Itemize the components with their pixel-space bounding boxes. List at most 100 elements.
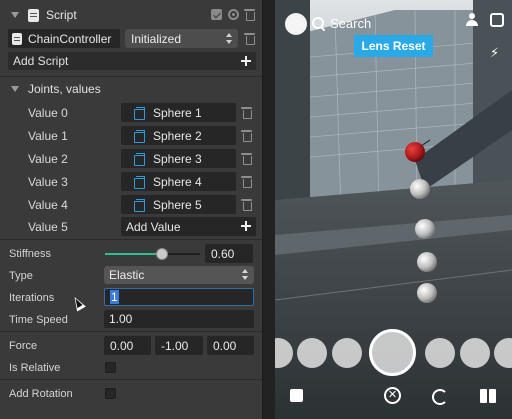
sphere-3 xyxy=(415,219,435,239)
stiffness-input[interactable]: 0.60 xyxy=(205,244,253,263)
settings-gear-icon[interactable] xyxy=(228,9,239,20)
header-actions xyxy=(211,9,255,21)
stories-icon[interactable] xyxy=(480,389,497,403)
collapse-triangle-icon[interactable] xyxy=(11,12,19,18)
updown-arrows-icon xyxy=(241,269,250,280)
stiffness-slider[interactable] xyxy=(105,248,200,260)
script-file-icon xyxy=(12,32,22,45)
search-label: Search xyxy=(330,16,372,31)
is-relative-row: Is Relative xyxy=(0,358,262,378)
object-name: Sphere 2 xyxy=(153,128,202,143)
plus-icon xyxy=(241,221,251,231)
remove-value-trash-icon[interactable] xyxy=(241,199,252,211)
collapse-triangle-icon[interactable] xyxy=(11,86,19,92)
force-label: Force xyxy=(9,340,38,352)
cube-icon xyxy=(133,175,145,189)
value-label: Value 5 xyxy=(28,219,68,234)
add-rotation-checkbox[interactable] xyxy=(105,388,116,399)
remove-value-trash-icon[interactable] xyxy=(241,130,252,142)
force-y-input[interactable]: -1.00 xyxy=(155,336,203,355)
is-relative-label: Is Relative xyxy=(9,362,61,374)
add-friend-icon[interactable] xyxy=(466,13,482,27)
time-speed-input[interactable]: 1.00 xyxy=(104,310,254,328)
object-field[interactable]: Sphere 4 xyxy=(121,172,236,191)
script-asset-field[interactable]: ChainController xyxy=(8,29,120,48)
lens-item[interactable] xyxy=(275,338,293,368)
type-select[interactable]: Elastic xyxy=(104,266,254,284)
list-item: Value 4 Sphere 5 xyxy=(0,195,262,214)
bitmoji-avatar[interactable] xyxy=(285,13,307,35)
object-field[interactable]: Sphere 2 xyxy=(121,126,236,145)
is-relative-checkbox[interactable] xyxy=(105,362,116,373)
lens-item[interactable] xyxy=(332,338,362,368)
joints-group-title: Joints, values xyxy=(28,82,101,96)
add-rotation-label: Add Rotation xyxy=(9,388,73,400)
plus-icon xyxy=(241,56,251,66)
object-field[interactable]: Sphere 1 xyxy=(121,103,236,122)
slider-knob[interactable] xyxy=(156,248,168,260)
type-value: Elastic xyxy=(109,268,145,282)
camera-flip-icon[interactable] xyxy=(490,13,504,27)
add-script-label: Add Script xyxy=(13,54,69,68)
flash-icon[interactable]: ⚡ xyxy=(490,46,500,60)
add-rotation-row: Add Rotation xyxy=(0,384,262,404)
divider xyxy=(0,379,262,380)
force-z-input[interactable]: 0.00 xyxy=(207,336,254,355)
cube-icon xyxy=(133,129,145,143)
add-value-button[interactable]: Add Value xyxy=(121,217,256,236)
remove-value-trash-icon[interactable] xyxy=(241,107,252,119)
script-row: ChainController Initialized xyxy=(8,29,256,48)
component-title: Script xyxy=(46,8,77,22)
lens-item[interactable] xyxy=(460,338,490,368)
value-label: Value 2 xyxy=(28,151,68,166)
value-label: Value 3 xyxy=(28,174,68,189)
force-x-input[interactable]: 0.00 xyxy=(104,336,151,355)
time-speed-row: Time Speed 1.00 xyxy=(0,310,262,330)
remove-value-trash-icon[interactable] xyxy=(241,153,252,165)
sphere-1 xyxy=(405,142,425,162)
updown-arrows-icon xyxy=(225,33,234,44)
divider xyxy=(0,76,262,77)
lens-item[interactable] xyxy=(297,338,327,368)
lens-item[interactable] xyxy=(425,338,455,368)
trash-icon[interactable] xyxy=(244,9,255,21)
close-lens-icon[interactable]: ✕ xyxy=(384,387,401,404)
script-icon xyxy=(28,8,39,22)
time-speed-label: Time Speed xyxy=(9,314,68,326)
iterations-row: Iterations 1 xyxy=(0,288,262,308)
add-value-label: Add Value xyxy=(126,219,181,234)
remove-script-trash-icon[interactable] xyxy=(244,33,255,45)
object-name: Sphere 5 xyxy=(153,197,202,212)
object-name: Sphere 4 xyxy=(153,174,202,189)
lens-preview[interactable]: Search ⚡ Lens Reset ✕ xyxy=(275,0,512,419)
remove-value-trash-icon[interactable] xyxy=(241,176,252,188)
iterations-input[interactable]: 1 xyxy=(104,288,254,306)
capture-button[interactable] xyxy=(369,329,416,376)
type-row: Type Elastic xyxy=(0,266,262,286)
lens-item[interactable] xyxy=(494,338,512,368)
object-field[interactable]: Sphere 3 xyxy=(121,149,236,168)
search-bar[interactable]: Search xyxy=(312,16,371,31)
chat-icon[interactable] xyxy=(290,389,303,402)
enable-checkbox[interactable] xyxy=(211,9,222,20)
script-status-select[interactable]: Initialized xyxy=(125,29,238,48)
refresh-icon[interactable] xyxy=(432,389,448,405)
object-name: Sphere 3 xyxy=(153,151,202,166)
lens-reset-button[interactable]: Lens Reset xyxy=(354,35,433,57)
stiffness-label: Stiffness xyxy=(9,248,51,260)
sphere-4 xyxy=(417,252,437,272)
value-label: Value 0 xyxy=(28,105,68,120)
force-row: Force 0.00 -1.00 0.00 xyxy=(0,336,262,356)
divider xyxy=(0,331,262,332)
script-component-header[interactable]: Script xyxy=(0,0,262,30)
add-script-button[interactable]: Add Script xyxy=(8,52,256,70)
object-field[interactable]: Sphere 5 xyxy=(121,195,236,214)
inspector-panel: Script ChainController Initialized Add S… xyxy=(0,0,263,419)
divider xyxy=(0,239,262,240)
joints-group-header[interactable]: Joints, values xyxy=(0,82,101,96)
panel-splitter[interactable] xyxy=(263,0,275,419)
type-label: Type xyxy=(9,270,33,282)
stiffness-row: Stiffness 0.60 xyxy=(0,244,262,264)
search-icon xyxy=(312,17,325,30)
list-item: Value 5 Add Value xyxy=(0,217,262,236)
